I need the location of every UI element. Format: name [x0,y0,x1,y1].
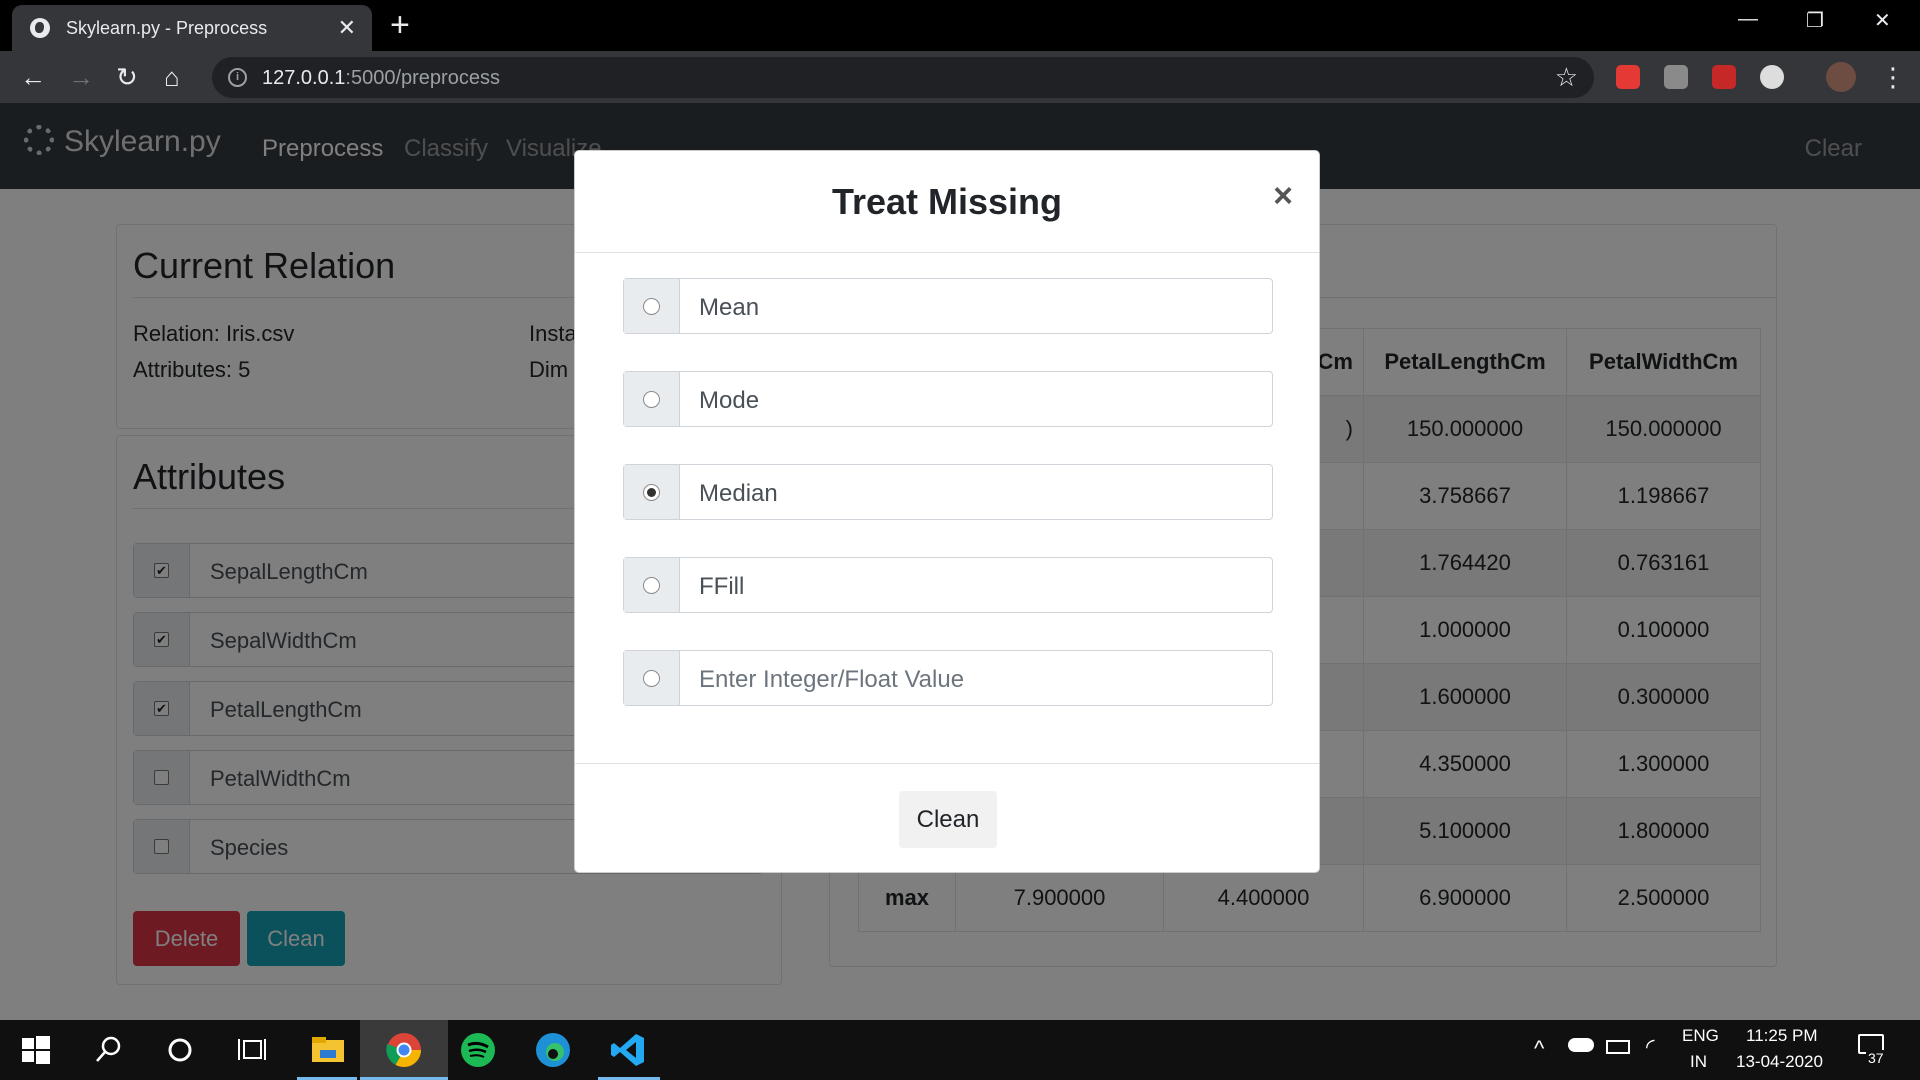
option-label: FFill [699,573,745,600]
tab-close-icon[interactable]: ✕ [338,15,356,41]
option-mode[interactable]: Mode [623,371,1273,427]
bookmark-star-icon[interactable]: ☆ [1555,62,1578,93]
modal-close-icon[interactable]: × [1273,179,1293,213]
file-explorer-icon[interactable] [308,1030,348,1070]
edge-icon[interactable] [533,1030,573,1070]
radio-button[interactable] [643,391,660,408]
info-icon[interactable]: i [228,68,247,87]
shield-extension-icon[interactable] [1616,65,1640,89]
url-text[interactable]: 127.0.0.1:5000/preprocess [262,67,500,90]
show-hidden-icons-icon[interactable]: ^ [1534,1036,1544,1062]
new-tab-button[interactable]: + [390,6,410,45]
radio-button[interactable] [643,670,660,687]
forward-icon[interactable]: → [68,62,94,92]
option-label: Mode [699,387,760,414]
radio-button[interactable] [643,298,660,315]
task-view-icon[interactable] [232,1030,272,1070]
reload-icon[interactable]: ↻ [116,62,138,92]
globe-icon [30,18,50,38]
option-label: Mean [699,294,760,321]
clock-time[interactable]: 11:25 PM [1746,1026,1818,1046]
tab-title: Skylearn.py - Preprocess [66,18,268,38]
search-icon[interactable] [88,1030,128,1070]
clock-date: 13-04-2020 [1736,1052,1823,1071]
onedrive-icon[interactable] [1568,1038,1594,1052]
profile-avatar[interactable] [1826,62,1856,92]
radio-button-checked[interactable] [643,484,660,501]
language-label[interactable]: ENG [1682,1026,1719,1046]
minimize-icon[interactable]: — [1738,8,1758,31]
option-label: Median [699,480,778,507]
browser-tabstrip: Skylearn.py - Preprocess ✕ + — ❐ ✕ [0,0,1920,51]
battery-icon[interactable] [1606,1040,1630,1054]
extension-icon[interactable] [1664,65,1688,89]
modal-footer-divider [575,763,1319,764]
option-custom-value[interactable]: Enter Integer/Float Value [623,650,1273,706]
chrome-icon[interactable] [384,1030,424,1070]
extension-round-icon[interactable] [1760,65,1784,89]
region-label: IN [1690,1052,1707,1071]
window-close-icon[interactable]: ✕ [1874,8,1891,33]
custom-value-input[interactable]: Enter Integer/Float Value [699,666,964,694]
restore-icon[interactable]: ❐ [1806,8,1824,33]
option-mean[interactable]: Mean [623,278,1273,334]
wifi-icon[interactable]: ◜ [1646,1034,1655,1060]
option-ffill[interactable]: FFill [623,557,1273,613]
treat-missing-modal: Treat Missing × Mean Mode Median FFill E… [574,150,1320,873]
spotify-icon[interactable] [458,1030,498,1070]
back-icon[interactable]: ← [20,62,46,92]
windows-start-icon[interactable] [16,1030,56,1070]
option-median[interactable]: Median [623,464,1273,520]
modal-clean-button[interactable]: Clean [899,791,997,848]
browser-tab[interactable]: Skylearn.py - Preprocess ✕ [12,5,372,51]
vscode-icon[interactable] [608,1030,648,1070]
taskbar: ^ ◜ ENG IN 11:25 PM 13-04-2020 37 [0,1020,1920,1080]
notification-count: 37 [1866,1050,1886,1066]
cortana-icon[interactable] [160,1030,200,1070]
browser-toolbar: ← → ↻ ⌂ i 127.0.0.1:5000/preprocess ☆ ⋮ [0,51,1920,103]
pocket-extension-icon[interactable] [1712,65,1736,89]
radio-button[interactable] [643,577,660,594]
home-icon[interactable]: ⌂ [164,62,180,92]
menu-kebab-icon[interactable]: ⋮ [1880,62,1906,92]
modal-header: Treat Missing × [575,151,1319,253]
modal-title: Treat Missing [831,181,1063,222]
address-bar[interactable]: i 127.0.0.1:5000/preprocess ☆ [212,57,1594,98]
